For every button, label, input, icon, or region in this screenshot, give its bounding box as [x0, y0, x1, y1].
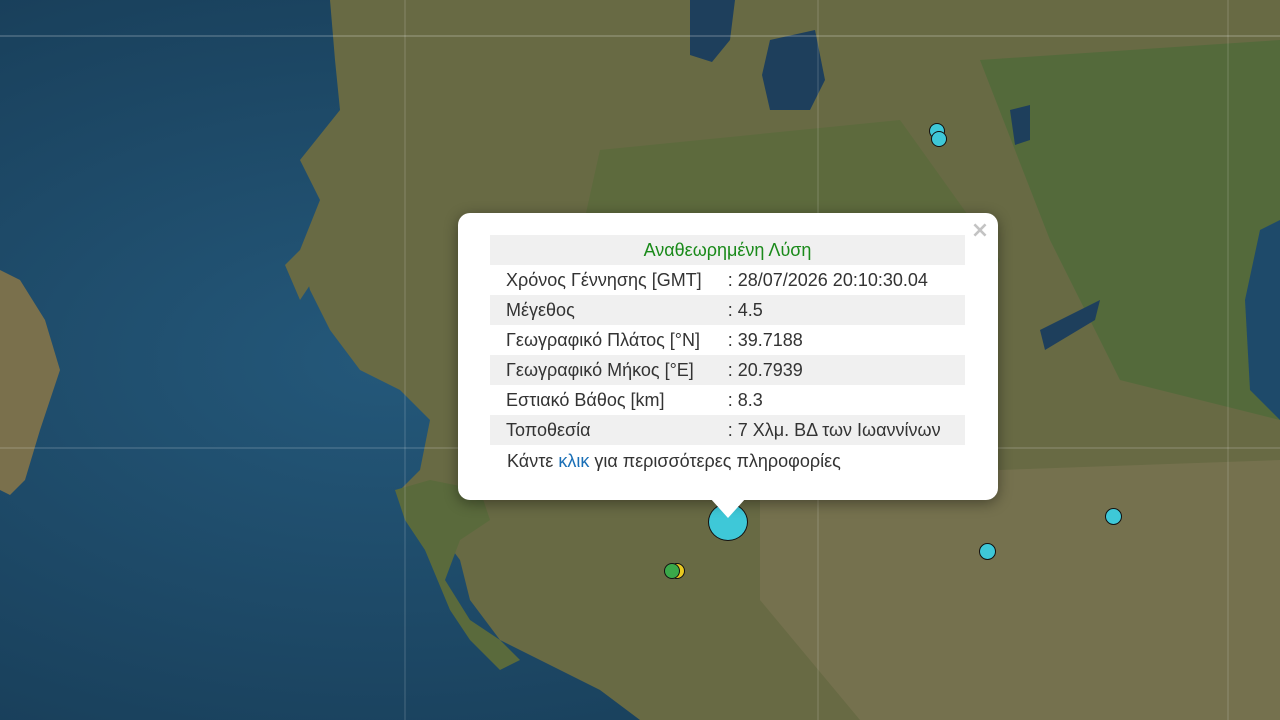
row-value: : 8.3: [727, 389, 763, 410]
row-label: Χρόνος Γέννησης [GMT]: [506, 269, 702, 290]
row-value: : 28/07/2026 20:10:30.04: [727, 269, 928, 290]
more-info-link[interactable]: κλικ: [558, 451, 589, 471]
row-longitude: Γεωγραφικό Μήκος [°E] : 20.7939: [490, 355, 965, 385]
lake-prespa: [762, 30, 825, 110]
event-marker-southwest-green[interactable]: [664, 563, 680, 579]
popup-pointer: [710, 498, 746, 518]
row-label: Γεωγραφικό Πλάτος [°N]: [506, 329, 700, 350]
row-label: Γεωγραφικό Μήκος [°E]: [490, 355, 726, 385]
popup-title: Αναθεωρημένη Λύση: [490, 235, 965, 265]
row-value: : 39.7188: [727, 329, 803, 350]
row-latitude: Γεωγραφικό Πλάτος [°N] : 39.7188: [490, 325, 965, 355]
more-info-prefix: Κάντε: [507, 451, 559, 471]
row-value: : 4.5: [725, 295, 965, 325]
row-value: : 20.7939: [725, 355, 965, 385]
row-label: Μέγεθος: [490, 295, 726, 325]
row-location: Τοποθεσία : 7 Χλμ. ΒΔ των Ιωαννίνων: [490, 415, 965, 445]
close-icon[interactable]: ×: [968, 219, 992, 243]
row-magnitude: Μέγεθος : 4.5: [490, 295, 965, 325]
event-marker-east-1[interactable]: [1105, 508, 1122, 525]
event-marker-east-2[interactable]: [979, 543, 996, 560]
row-depth: Εστιακό Βάθος [km] : 8.3: [490, 385, 965, 415]
more-info-suffix: για περισσότερες πληροφορίες: [589, 451, 841, 471]
earthquake-info-table: Αναθεωρημένη Λύση Χρόνος Γέννησης [GMT] …: [490, 235, 965, 445]
event-marker-northeast-2[interactable]: [931, 131, 947, 147]
row-label: Τοποθεσία: [490, 415, 726, 445]
row-label: Εστιακό Βάθος [km]: [506, 389, 665, 410]
row-value: : 7 Χλμ. ΒΔ των Ιωαννίνων: [725, 415, 965, 445]
more-info-text: Κάντε κλικ για περισσότερες πληροφορίες: [507, 451, 841, 472]
row-origin-time: Χρόνος Γέννησης [GMT] : 28/07/2026 20:10…: [490, 265, 965, 295]
